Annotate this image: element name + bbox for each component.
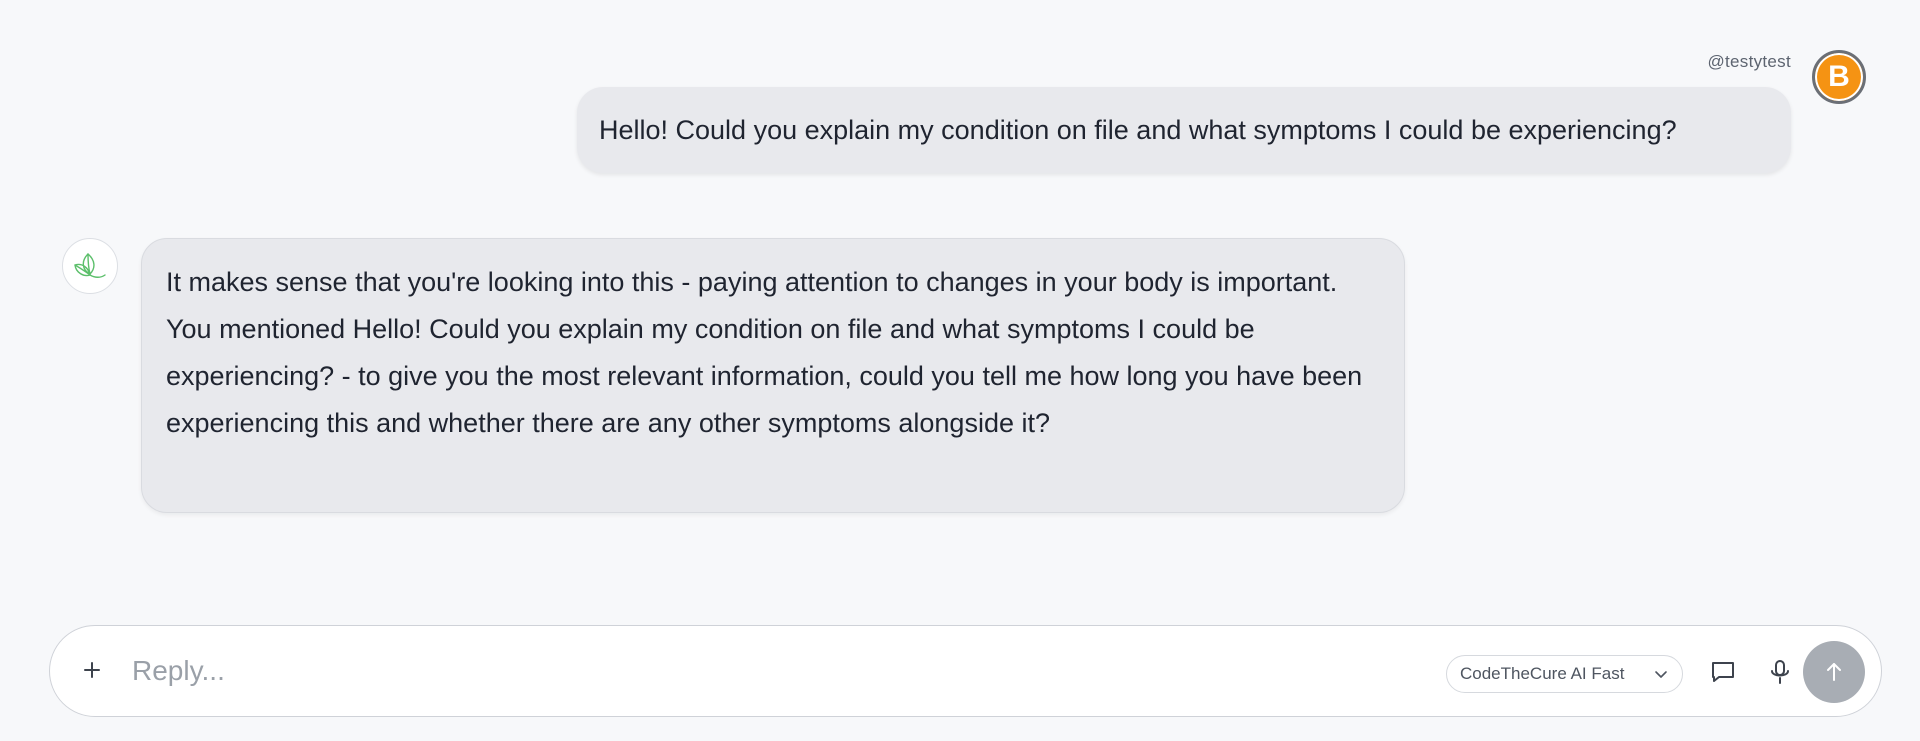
chat-page: @testytest B Hello! Could you explain my… [0, 0, 1920, 741]
model-selector-label: CodeTheCure AI Fast [1460, 664, 1625, 683]
plus-icon [84, 662, 100, 678]
chevron-down-icon [1655, 671, 1667, 678]
chat-bubble-icon [1712, 662, 1734, 682]
add-attachment-button[interactable] [72, 650, 112, 690]
voice-input-button[interactable] [1762, 654, 1798, 690]
user-message-bubble: Hello! Could you explain my condition on… [577, 87, 1791, 173]
reply-input[interactable] [130, 648, 1034, 694]
user-avatar-initial: B [1828, 60, 1850, 93]
chat-mode-button[interactable] [1705, 654, 1741, 690]
send-button[interactable] [1803, 641, 1865, 703]
assistant-message-bubble: It makes sense that you're looking into … [141, 238, 1405, 513]
arrow-up-icon [1827, 663, 1841, 681]
user-avatar[interactable]: B [1812, 50, 1866, 104]
message-composer: CodeTheCure AI Fast [49, 625, 1882, 717]
model-selector[interactable]: CodeTheCure AI Fast [1446, 655, 1683, 693]
microphone-icon [1771, 660, 1789, 684]
user-handle: @testytest [1707, 52, 1791, 71]
assistant-message-text: It makes sense that you're looking into … [166, 267, 1363, 438]
user-message-text: Hello! Could you explain my condition on… [599, 114, 1677, 145]
assistant-avatar [62, 238, 118, 294]
leaf-logo-icon [74, 253, 106, 278]
